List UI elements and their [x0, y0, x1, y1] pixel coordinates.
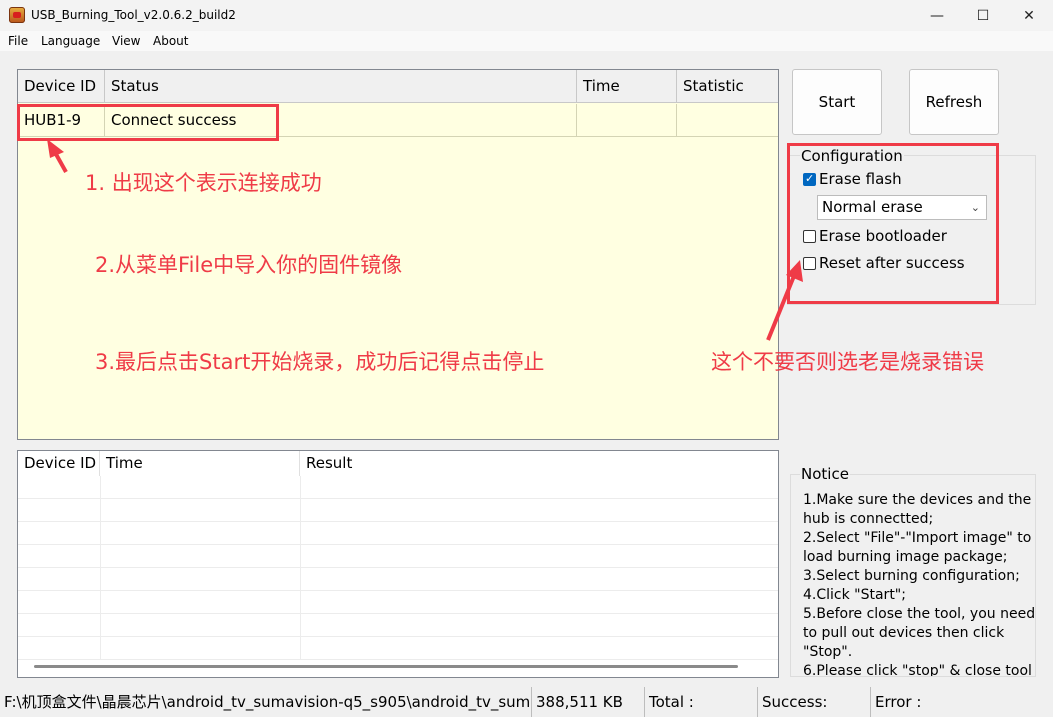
- status-path: F:\机顶盒文件\晶晨芯片\android_tv_sumavision-q5_s…: [0, 687, 532, 717]
- status-bar: F:\机顶盒文件\晶晨芯片\android_tv_sumavision-q5_s…: [0, 687, 1053, 717]
- status-success: Success:: [758, 687, 871, 717]
- arrow-icon: [47, 139, 68, 173]
- annotation-arrows: [47, 139, 803, 341]
- status-error: Error :: [875, 693, 922, 711]
- status-size: 388,511 KB: [532, 687, 645, 717]
- status-total: Total :: [645, 687, 758, 717]
- arrow-icon: [766, 260, 803, 341]
